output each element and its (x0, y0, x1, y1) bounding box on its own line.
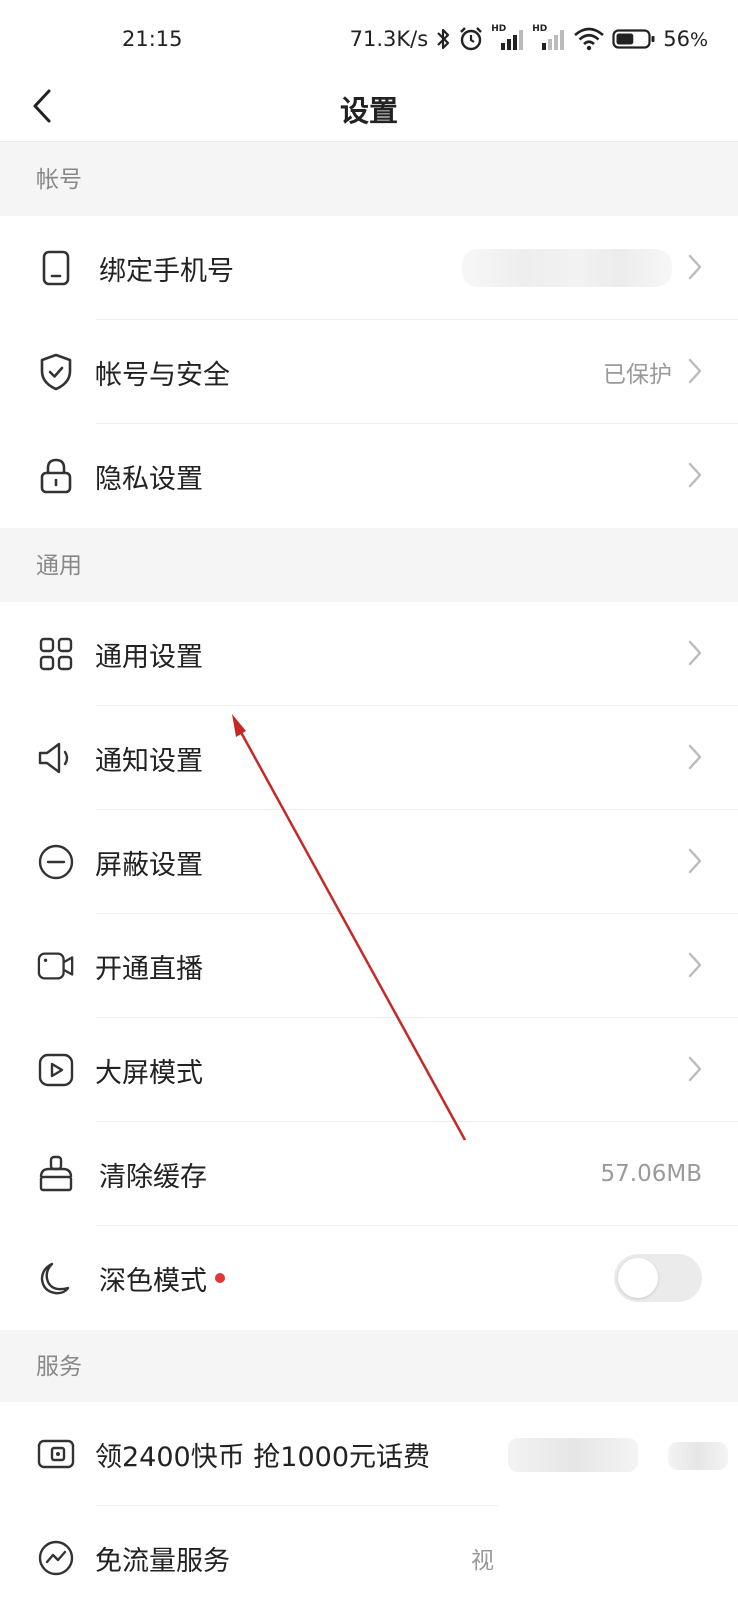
chevron-right-icon (688, 1056, 702, 1082)
lock-icon (37, 457, 75, 495)
page-title: 设置 (339, 94, 398, 128)
account-group: 绑定手机号 帐号与安全 已保护 隐私设置 (0, 216, 738, 528)
row-value: 已保护 (603, 362, 672, 388)
grid-icon (37, 635, 75, 673)
row-label: 大屏模式 (95, 1057, 203, 1089)
row-label: 开通直播 (95, 953, 203, 985)
promo-blur-2 (668, 1442, 728, 1470)
battery-percent-value: 56 (663, 27, 690, 51)
row-big-screen-mode[interactable]: 大屏模式 (0, 1018, 738, 1122)
row-label: 领2400快币 抢1000元话费 (95, 1441, 431, 1473)
row-bind-phone[interactable]: 绑定手机号 (0, 216, 738, 320)
battery-icon (612, 27, 656, 51)
percent-sign: % (689, 29, 708, 51)
service-blur-region (498, 1506, 738, 1600)
shield-check-icon (37, 353, 75, 391)
row-label: 隐私设置 (95, 463, 203, 495)
signal-hd-icon-2: HD (532, 24, 566, 52)
nav-bar: 设置 (0, 80, 738, 142)
row-general-settings[interactable]: 通用设置 (0, 602, 738, 706)
redacted-phone-value (462, 249, 672, 287)
row-clear-cache[interactable]: 清除缓存 57.06MB (0, 1122, 738, 1226)
cache-size: 57.06MB (600, 1161, 702, 1187)
row-dark-mode[interactable]: 深色模式 (0, 1226, 738, 1330)
row-label: 通知设置 (95, 745, 203, 777)
chevron-right-icon (688, 952, 702, 978)
section-header-services: 服务 (0, 1330, 738, 1402)
row-value-partial: 视 (471, 1548, 494, 1574)
toggle-knob (618, 1258, 658, 1298)
moon-icon (37, 1259, 75, 1297)
general-group: 通用设置 通知设置 屏蔽设置 开通直播 大屏模式 清除缓存 57.06MB 深色… (0, 602, 738, 1330)
row-label: 绑定手机号 (99, 255, 234, 287)
chevron-right-icon (688, 848, 702, 874)
phone-icon (37, 249, 75, 287)
services-group: 领2400快币 抢1000元话费 免流量服务 视 (0, 1402, 738, 1600)
row-label: 免流量服务 (95, 1545, 230, 1577)
row-label: 帐号与安全 (95, 359, 230, 391)
speaker-icon (37, 739, 75, 777)
section-header-account: 帐号 (0, 142, 738, 216)
promo-blur-region (498, 1402, 738, 1506)
broom-icon (37, 1155, 75, 1193)
video-camera-icon (37, 947, 75, 985)
red-dot-badge (215, 1273, 225, 1283)
promo-blur-1 (508, 1438, 638, 1472)
row-label: 通用设置 (95, 641, 203, 673)
row-account-security[interactable]: 帐号与安全 已保护 (0, 320, 738, 424)
block-icon (37, 843, 75, 881)
chevron-right-icon (688, 358, 702, 384)
alarm-icon (458, 26, 484, 52)
wifi-icon (573, 26, 605, 52)
status-icons: 71.3K/s HD HD 56% (350, 24, 708, 54)
signal-hd-icon-1: HD (491, 24, 525, 52)
row-label: 深色模式 (99, 1259, 225, 1298)
row-coins-promo[interactable]: 领2400快币 抢1000元话费 (0, 1402, 738, 1506)
bluetooth-icon (435, 26, 451, 52)
row-data-free-service[interactable]: 免流量服务 视 (0, 1506, 738, 1600)
chevron-right-icon (688, 744, 702, 770)
play-screen-icon (37, 1051, 75, 1089)
chevron-right-icon (688, 640, 702, 666)
dark-mode-toggle[interactable] (614, 1254, 702, 1302)
row-start-live[interactable]: 开通直播 (0, 914, 738, 1018)
battery-percent: 56% (663, 27, 708, 51)
status-time: 21:15 (122, 27, 183, 51)
section-header-general: 通用 (0, 528, 738, 602)
row-notification-settings[interactable]: 通知设置 (0, 706, 738, 810)
row-label: 屏蔽设置 (95, 849, 203, 881)
row-label: 清除缓存 (99, 1161, 207, 1193)
chevron-right-icon (688, 462, 702, 488)
data-free-icon (37, 1539, 75, 1577)
wallet-icon (37, 1435, 75, 1473)
dark-mode-label: 深色模式 (99, 1265, 207, 1297)
status-bar: 21:15 71.3K/s HD HD 56% (0, 0, 738, 80)
row-privacy-settings[interactable]: 隐私设置 (0, 424, 738, 528)
network-speed: 71.3K/s (349, 27, 429, 51)
row-block-settings[interactable]: 屏蔽设置 (0, 810, 738, 914)
chevron-right-icon (688, 254, 702, 280)
